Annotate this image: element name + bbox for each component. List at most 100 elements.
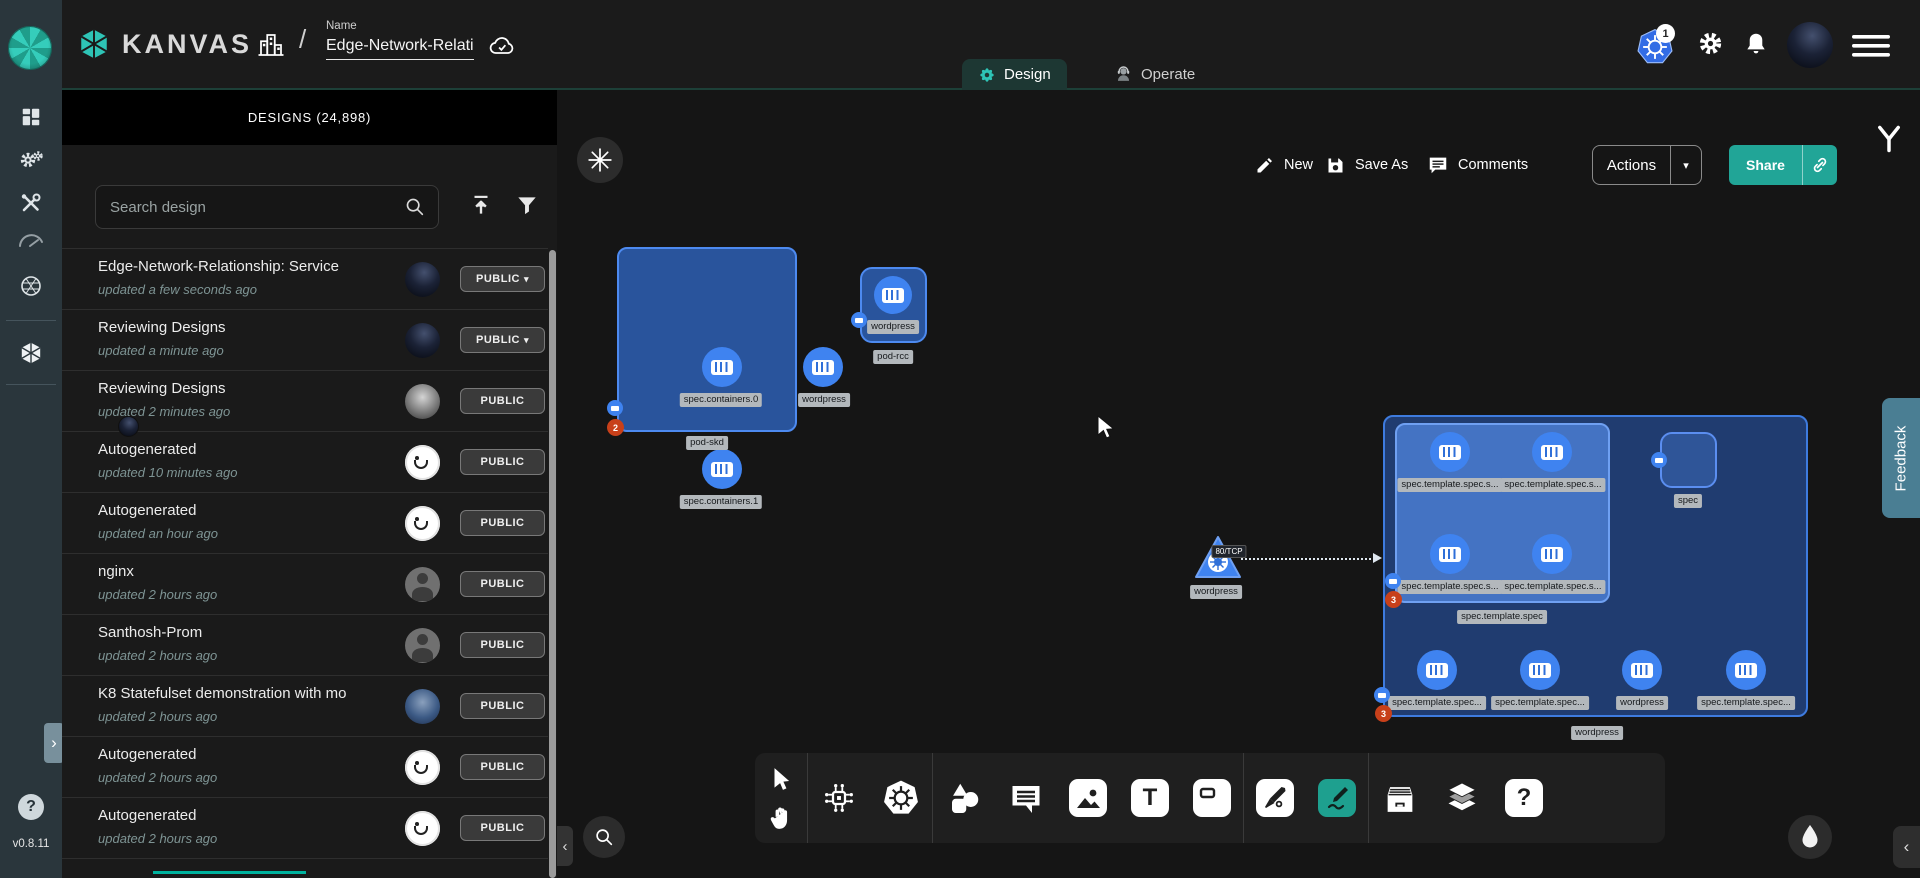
design-search-input[interactable] <box>108 198 404 217</box>
designs-panel: DESIGNS (24,898) Edge-Network-Relationsh… <box>62 90 557 878</box>
settings-gear-icon[interactable] <box>1697 30 1724 57</box>
design-list-item[interactable]: nginx updated 2 hours ago PUBLIC <box>62 553 548 615</box>
collapse-panel-button[interactable]: ‹ <box>557 826 573 866</box>
mesh-catalog-icon[interactable] <box>19 274 43 298</box>
dashboard-icon[interactable] <box>20 106 42 128</box>
pan-hand-icon[interactable] <box>768 805 794 831</box>
save-as-button[interactable]: Save As <box>1325 145 1408 185</box>
comments-button[interactable]: Comments <box>1427 145 1528 185</box>
issue-count-badge[interactable]: 3 <box>1375 705 1392 722</box>
container-node[interactable] <box>1622 650 1662 690</box>
issue-count-badge[interactable]: 3 <box>1385 591 1402 608</box>
design-list-item[interactable]: Reviewing Designs updated a minute ago P… <box>62 309 548 371</box>
new-button[interactable]: New <box>1255 145 1313 185</box>
issue-count-badge[interactable]: 2 <box>607 419 624 436</box>
design-name: Reviewing Designs <box>98 380 226 397</box>
menu-hamburger-icon[interactable] <box>1852 34 1890 58</box>
container-node[interactable] <box>1532 534 1572 574</box>
container-node[interactable] <box>874 276 912 314</box>
import-design-icon[interactable] <box>468 192 494 218</box>
kubernetes-tool[interactable] <box>870 779 932 817</box>
drawer-tool[interactable] <box>1369 781 1431 815</box>
design-list-item[interactable]: Edge-Network-Relationship: Service updat… <box>62 248 548 310</box>
edge-pen-tool[interactable] <box>1244 779 1306 817</box>
visibility-badge[interactable]: PUBLIC <box>460 449 545 475</box>
tab-design[interactable]: Design <box>962 59 1067 90</box>
design-canvas[interactable]: New Save As Comments Actions ▾ Share <box>557 90 1920 878</box>
visibility-badge[interactable]: PUBLIC <box>460 693 545 719</box>
visibility-badge[interactable]: PUBLIC▾ <box>460 327 545 353</box>
visibility-badge[interactable]: PUBLIC <box>460 815 545 841</box>
node-spec[interactable] <box>1660 432 1717 488</box>
note-tool[interactable] <box>1181 779 1243 817</box>
container-node[interactable] <box>1532 432 1572 472</box>
visibility-badge[interactable]: PUBLIC <box>460 632 545 658</box>
visibility-badge[interactable]: PUBLIC <box>460 571 545 597</box>
text-tool[interactable]: T <box>1119 779 1181 817</box>
container-node[interactable] <box>702 449 742 489</box>
toolkit-icon[interactable] <box>19 191 43 215</box>
design-list-item[interactable]: Autogenerated updated 2 hours ago PUBLIC <box>62 736 548 798</box>
organization-icon[interactable] <box>256 30 286 60</box>
container-node[interactable] <box>1430 432 1470 472</box>
feedback-tab[interactable]: Feedback <box>1882 398 1920 518</box>
visibility-badge[interactable]: PUBLIC <box>460 388 545 414</box>
group-label-pod-rcc: pod-rcc <box>873 350 913 364</box>
select-tool-icon[interactable] <box>768 766 794 792</box>
filter-icon[interactable] <box>514 192 540 218</box>
layers-tool[interactable] <box>1431 780 1493 816</box>
container-node[interactable] <box>1417 650 1457 690</box>
pod-badge-icon[interactable] <box>851 312 867 328</box>
collapse-right-button[interactable]: ‹ <box>1893 826 1920 868</box>
search-icon[interactable] <box>404 196 426 218</box>
visibility-badge[interactable]: PUBLIC <box>460 754 545 780</box>
container-node[interactable] <box>1520 650 1560 690</box>
help-tool[interactable]: ? <box>1493 779 1555 817</box>
image-tool[interactable] <box>1057 779 1119 817</box>
container-node[interactable] <box>1726 650 1766 690</box>
actions-button[interactable]: Actions ▾ <box>1592 145 1702 185</box>
expand-rail-button[interactable]: › <box>44 723 64 763</box>
user-avatar[interactable] <box>1787 22 1833 68</box>
design-list-item[interactable]: K8 Statefulset demonstration with mo upd… <box>62 675 548 737</box>
kanvas-nav-icon[interactable] <box>18 340 44 366</box>
relationship-edge[interactable] <box>1241 558 1375 560</box>
design-list-item[interactable]: Autogenerated updated 2 hours ago PUBLIC <box>62 797 548 859</box>
service-node-wordpress[interactable] <box>1193 535 1243 581</box>
zoom-tool-button[interactable] <box>583 816 625 858</box>
design-list-item[interactable]: Santhosh-Prom updated 2 hours ago PUBLIC <box>62 614 548 676</box>
container-node[interactable] <box>702 347 742 387</box>
y-branch-icon[interactable] <box>1875 124 1903 154</box>
container-node[interactable] <box>803 347 843 387</box>
lifecycle-gears-icon[interactable] <box>18 148 44 172</box>
visibility-badge[interactable]: PUBLIC▾ <box>460 266 545 292</box>
node-group-spec-template[interactable] <box>1395 423 1610 603</box>
panel-scrollbar[interactable] <box>549 250 556 878</box>
container-node[interactable] <box>1430 534 1470 574</box>
chevron-down-icon[interactable]: ▾ <box>1671 159 1701 172</box>
freehand-draw-tool[interactable] <box>1306 779 1368 817</box>
meshsync-snowflake-button[interactable] <box>577 137 623 183</box>
kanvas-brand[interactable]: KANVAS <box>76 26 252 62</box>
shapes-tool[interactable] <box>933 780 995 816</box>
design-owner-avatar <box>405 262 440 297</box>
visibility-badge[interactable]: PUBLIC <box>460 510 545 536</box>
performance-icon[interactable] <box>18 231 44 249</box>
help-button[interactable]: ? <box>18 794 44 820</box>
components-tool[interactable] <box>808 780 870 816</box>
layer5-logo-icon[interactable] <box>8 26 52 70</box>
group-label-wordpress: wordpress <box>1571 726 1623 740</box>
share-button[interactable]: Share <box>1729 145 1837 185</box>
notifications-bell-icon[interactable] <box>1743 30 1769 58</box>
pod-badge-icon[interactable] <box>607 400 623 416</box>
design-name-input[interactable] <box>326 35 474 60</box>
drop-assistant-button[interactable] <box>1788 815 1832 859</box>
annotation-tool[interactable] <box>995 780 1057 816</box>
pod-badge-icon[interactable] <box>1385 573 1401 589</box>
design-list-item[interactable]: Autogenerated updated an hour ago PUBLIC <box>62 492 548 554</box>
pod-badge-icon[interactable] <box>1374 687 1390 703</box>
tab-operate[interactable]: Operate <box>1098 59 1211 90</box>
pod-badge-icon[interactable] <box>1651 452 1667 468</box>
copy-link-icon[interactable] <box>1803 155 1837 175</box>
design-list-item[interactable]: Autogenerated updated 10 minutes ago PUB… <box>62 431 548 493</box>
